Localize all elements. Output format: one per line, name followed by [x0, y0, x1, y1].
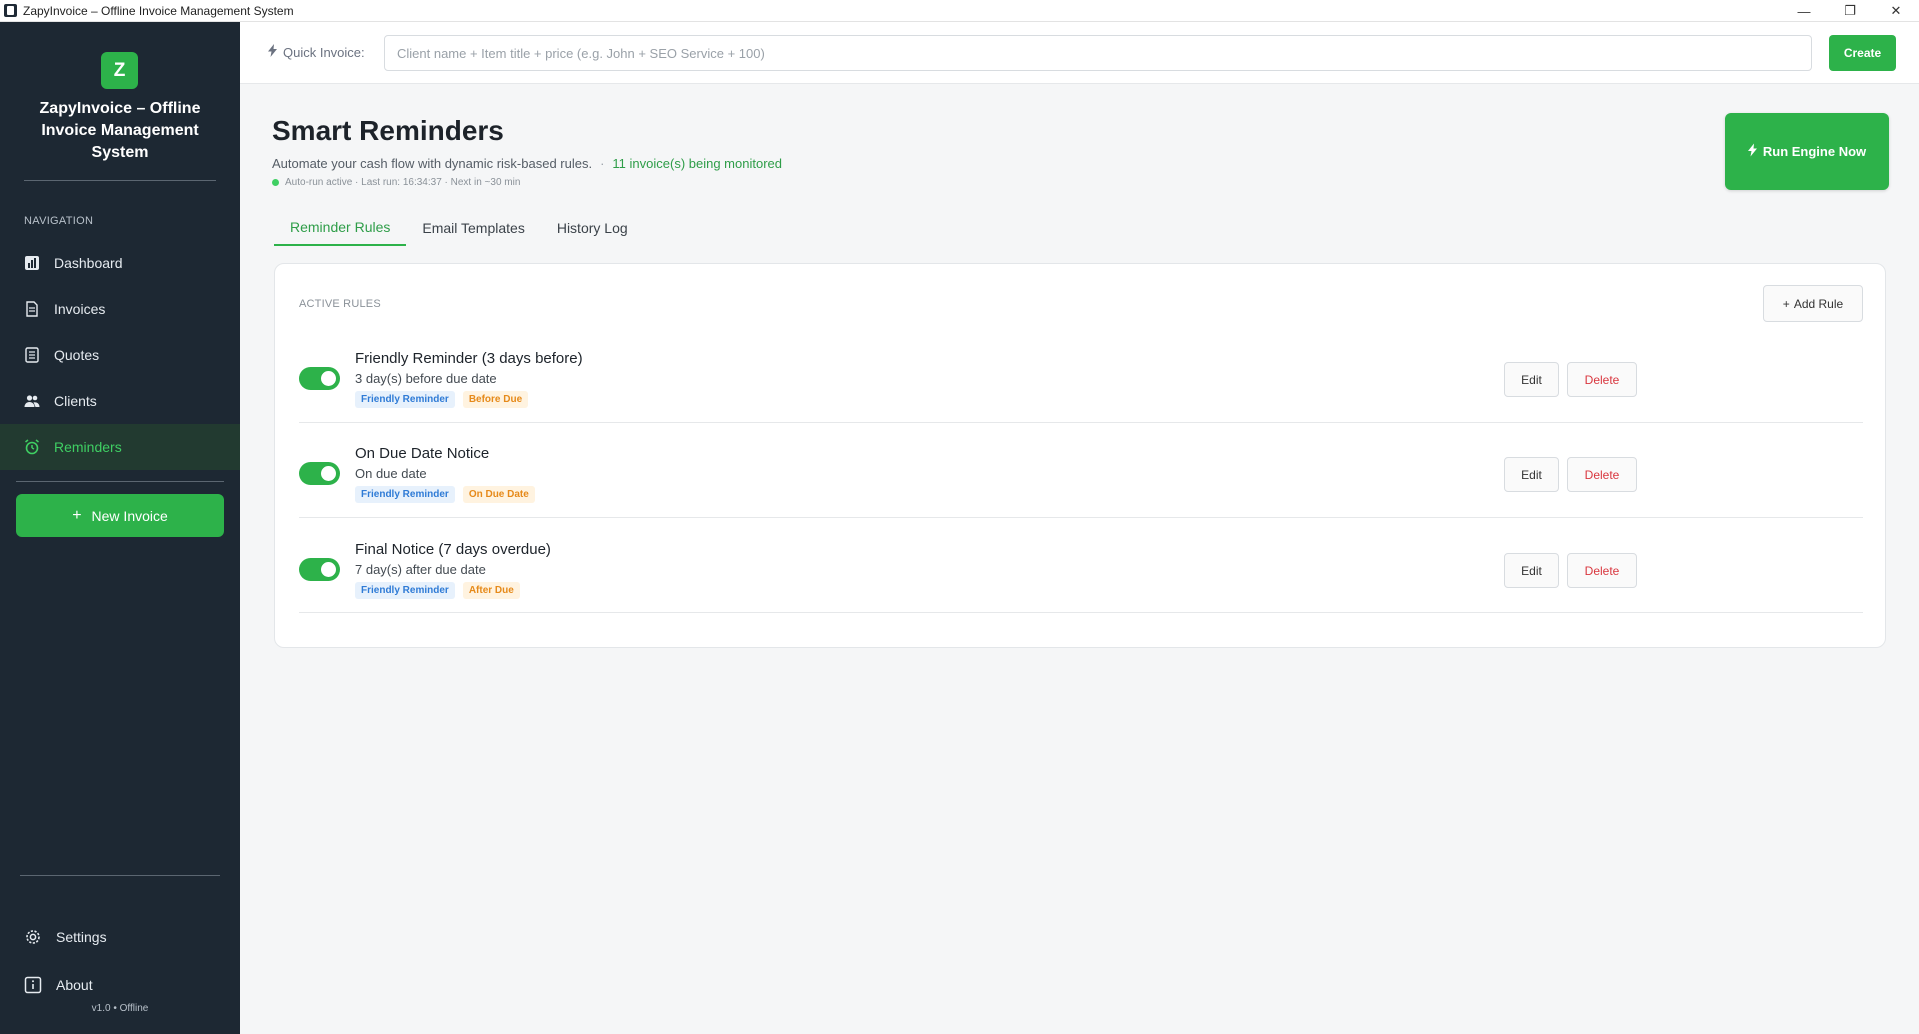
rule-title: On Due Date Notice: [355, 445, 490, 462]
tag-type: Friendly Reminder: [355, 486, 455, 503]
sidebar-item-dashboard[interactable]: Dashboard: [0, 240, 240, 286]
brand-logo: Z: [101, 52, 138, 89]
rule-description: 3 day(s) before due date: [355, 371, 497, 386]
chart-icon: [24, 255, 40, 271]
sidebar-item-label: Dashboard: [54, 255, 123, 271]
users-icon: [24, 393, 40, 409]
tab-reminder-rules[interactable]: Reminder Rules: [274, 210, 407, 246]
gear-icon: [24, 928, 42, 946]
subtitle-text: Automate your cash flow with dynamic ris…: [272, 156, 593, 171]
brand-name: ZapyInvoice – Offline Invoice Management…: [39, 100, 201, 161]
quick-invoice-label-text: Quick Invoice:: [283, 44, 365, 60]
plus-icon: +: [72, 506, 82, 524]
document-icon: [24, 301, 40, 317]
toggle-knob: [321, 562, 336, 577]
close-button[interactable]: ✕: [1873, 0, 1919, 22]
rule-tags: Friendly Reminder After Due: [355, 582, 528, 599]
minimize-button[interactable]: —: [1781, 0, 1827, 22]
rule-row: Final Notice (7 days overdue) 7 day(s) a…: [299, 518, 1863, 613]
alarm-icon: [24, 439, 40, 455]
lightning-icon: [1747, 143, 1757, 160]
run-engine-button[interactable]: Run Engine Now: [1725, 113, 1889, 190]
window-controls: — ❐ ✕: [1781, 0, 1919, 22]
page-subtitle: Automate your cash flow with dynamic ris…: [272, 156, 782, 171]
tag-type: Friendly Reminder: [355, 391, 455, 408]
new-invoice-button[interactable]: + New Invoice: [16, 494, 224, 537]
sidebar-item-label: Invoices: [54, 301, 106, 317]
rule-row: On Due Date Notice On due date Friendly …: [299, 423, 1863, 518]
rule-tags: Friendly Reminder Before Due: [355, 391, 536, 408]
rule-title: Final Notice (7 days overdue): [355, 541, 551, 558]
sidebar-item-label: Settings: [56, 929, 107, 945]
page-title: Smart Reminders: [272, 115, 504, 146]
tag-timing: Before Due: [462, 391, 529, 408]
window-titlebar: ZapyInvoice – Offline Invoice Management…: [0, 0, 1919, 22]
tag-type: Friendly Reminder: [355, 582, 455, 599]
sidebar-item-label: Reminders: [54, 439, 122, 455]
tab-history-log[interactable]: History Log: [541, 210, 644, 246]
sidebar-item-reminders[interactable]: Reminders: [0, 424, 240, 470]
tab-email-templates[interactable]: Email Templates: [406, 210, 540, 246]
new-invoice-label: New Invoice: [91, 507, 168, 524]
engine-status: Auto-run active · Last run: 16:34:37 · N…: [272, 177, 520, 188]
status-dot-icon: [272, 179, 279, 186]
toggle-knob: [321, 466, 336, 481]
tag-timing: On Due Date: [462, 486, 535, 503]
rule-toggle[interactable]: [299, 367, 340, 390]
rule-toggle[interactable]: [299, 558, 340, 581]
toggle-knob: [321, 371, 336, 386]
edit-button[interactable]: Edit: [1504, 457, 1559, 492]
restore-button[interactable]: ❐: [1827, 0, 1873, 22]
rule-description: 7 day(s) after due date: [355, 562, 486, 577]
quick-invoice-input[interactable]: [384, 35, 1812, 71]
add-rule-button[interactable]: + Add Rule: [1763, 285, 1863, 322]
delete-button[interactable]: Delete: [1567, 553, 1637, 588]
rules-card: ACTIVE RULES + Add Rule Friendly Reminde…: [274, 263, 1886, 648]
subtitle-separator: ·: [600, 156, 605, 171]
sidebar-item-quotes[interactable]: Quotes: [0, 332, 240, 378]
sidebar-item-settings[interactable]: Settings: [0, 916, 240, 958]
rule-row: Friendly Reminder (3 days before) 3 day(…: [299, 328, 1863, 423]
info-icon: [24, 976, 42, 994]
sidebar-item-invoices[interactable]: Invoices: [0, 286, 240, 332]
sidebar-item-about[interactable]: About: [0, 964, 240, 1006]
version-label: v1.0 • Offline: [91, 1003, 149, 1014]
clipboard-icon: [24, 347, 40, 363]
app-icon: [4, 4, 17, 17]
tag-timing: After Due: [462, 582, 520, 599]
sidebar-item-label: Quotes: [54, 347, 100, 363]
sidebar-item-clients[interactable]: Clients: [0, 378, 240, 424]
rule-toggle[interactable]: [299, 462, 340, 485]
rule-tags: Friendly Reminder On Due Date: [355, 486, 543, 503]
sidebar: Z ZapyInvoice – Offline Invoice Manageme…: [0, 22, 240, 1034]
nav-heading: NAVIGATION: [24, 215, 94, 227]
sidebar-divider: [16, 481, 224, 482]
monitored-count: 11 invoice(s) being monitored: [612, 156, 782, 171]
quick-invoice-label: Quick Invoice:: [268, 44, 365, 60]
delete-button[interactable]: Delete: [1567, 362, 1637, 397]
plus-icon: +: [1782, 296, 1790, 311]
edit-button[interactable]: Edit: [1504, 362, 1559, 397]
lightning-icon: [268, 44, 277, 60]
reminder-tabs: Reminder Rules Email Templates History L…: [274, 210, 644, 246]
rule-description: On due date: [355, 466, 427, 481]
delete-button[interactable]: Delete: [1567, 457, 1637, 492]
create-button[interactable]: Create: [1829, 35, 1896, 71]
section-label: ACTIVE RULES: [299, 298, 381, 310]
sidebar-item-label: Clients: [54, 393, 97, 409]
engine-status-text: Auto-run active · Last run: 16:34:37 · N…: [285, 177, 521, 188]
add-rule-label: Add Rule: [1793, 296, 1844, 311]
edit-button[interactable]: Edit: [1504, 553, 1559, 588]
run-engine-label: Run Engine Now: [1762, 144, 1867, 159]
sidebar-item-label: About: [56, 977, 93, 993]
sidebar-divider: [20, 875, 220, 876]
rule-title: Friendly Reminder (3 days before): [355, 350, 583, 367]
sidebar-divider: [24, 180, 216, 181]
window-title: ZapyInvoice – Offline Invoice Management…: [23, 3, 294, 18]
quick-invoice-bar: Quick Invoice: Create: [240, 22, 1919, 84]
